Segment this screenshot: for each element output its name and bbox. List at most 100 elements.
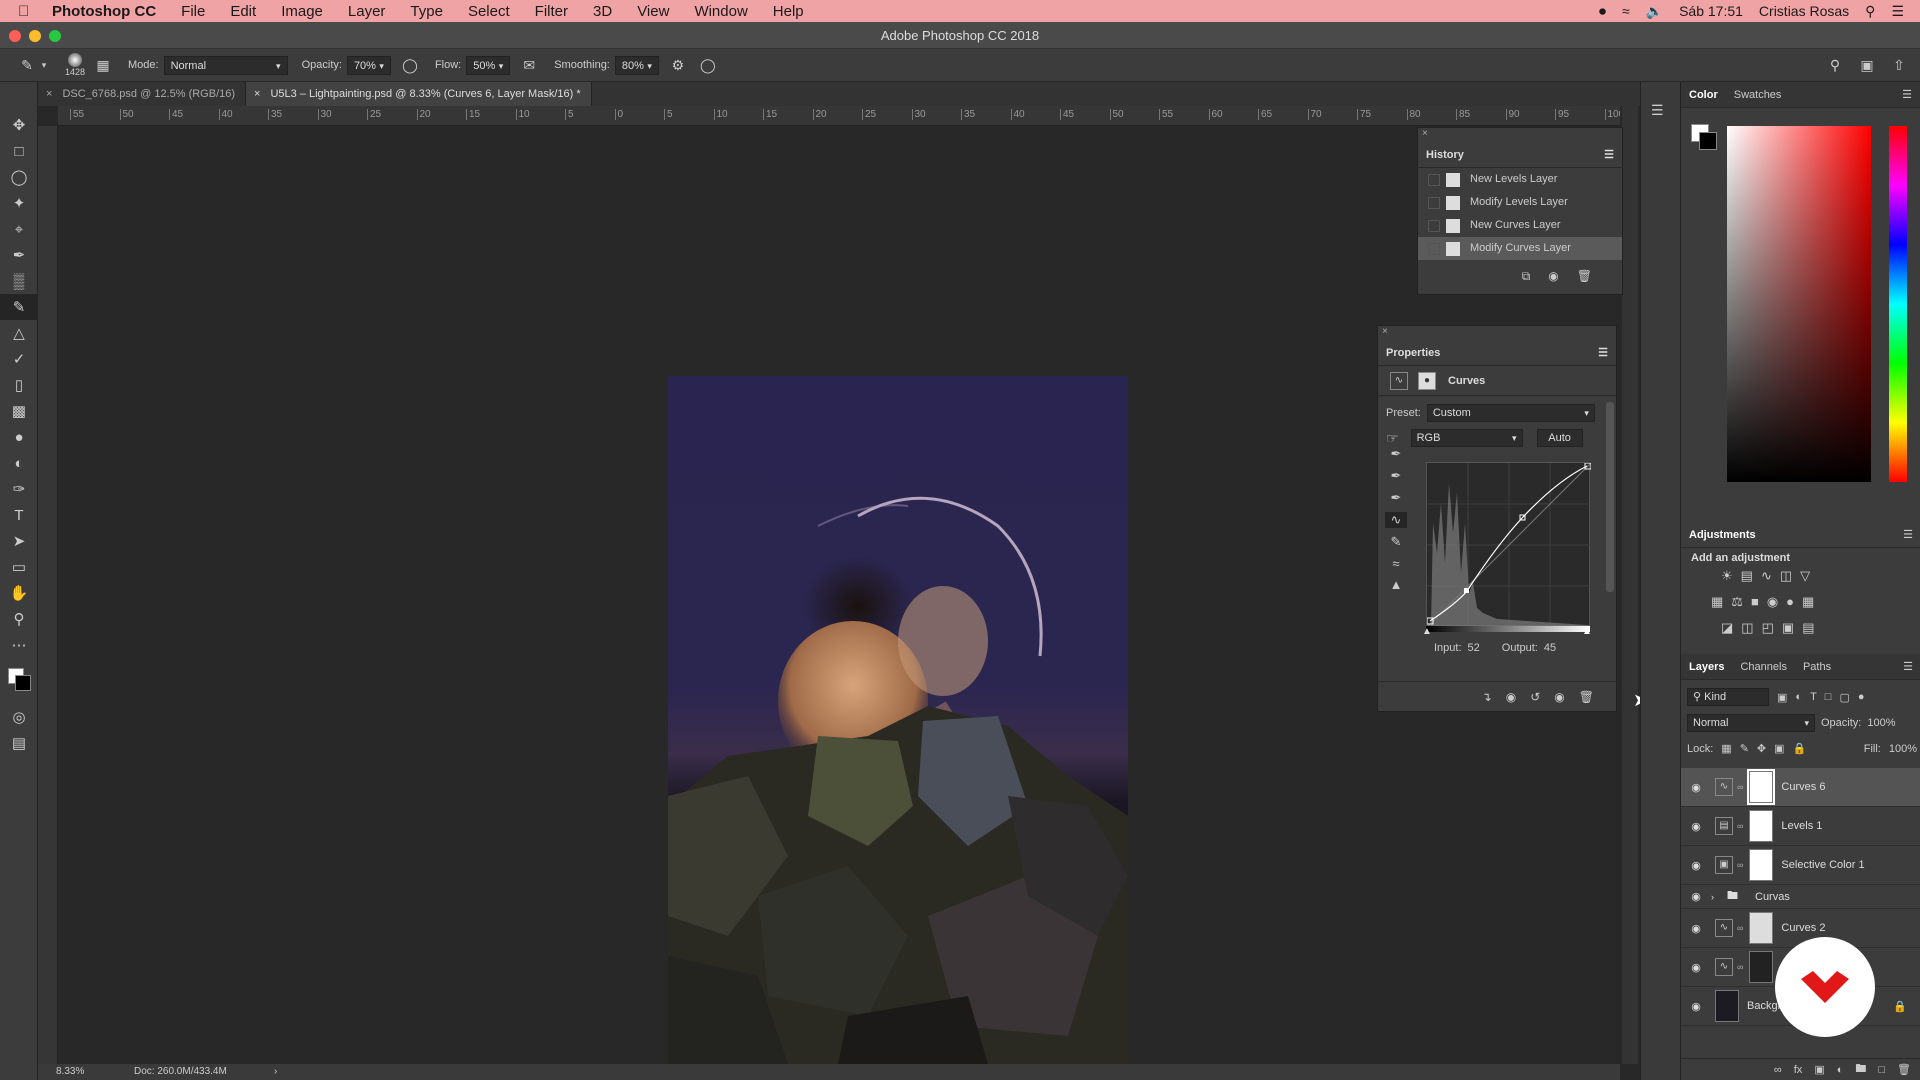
filter-adjustment-icon[interactable]: ◐ (1795, 691, 1802, 703)
spotlight-search-icon[interactable]: ⚲ (1865, 3, 1875, 20)
curves-adjustment-icon[interactable]: ∿ (1390, 371, 1408, 390)
new-document-from-state-icon[interactable]: ⧉ (1522, 269, 1531, 284)
menu-file[interactable]: File (181, 3, 205, 20)
chevron-down-icon[interactable]: ▾ (38, 54, 50, 76)
close-icon[interactable]: × (1418, 128, 1622, 142)
menu-view[interactable]: View (637, 3, 669, 20)
history-item[interactable]: Modify Levels Layer (1418, 191, 1622, 214)
lock-artboard-icon[interactable]: ▣ (1774, 742, 1784, 755)
white-point-slider[interactable]: ▲ (1582, 626, 1592, 637)
panel-menu-icon[interactable]: ☰ (1903, 528, 1913, 541)
mask-icon[interactable]: ● (1418, 371, 1436, 390)
layer-name[interactable]: Curves 2 (1781, 922, 1825, 934)
tab-document-2[interactable]: × U5L3 – Lightpainting.psd @ 8.33% (Curve… (246, 82, 592, 106)
dodge-tool-icon[interactable]: ◐ (0, 450, 38, 476)
layer-style-icon[interactable]: fx (1794, 1064, 1803, 1076)
menu-edit[interactable]: Edit (230, 3, 256, 20)
eyedropper-tool-icon[interactable]: ✒ (0, 242, 38, 268)
properties-dock-icon[interactable]: ☰ (1651, 102, 1680, 119)
link-icon[interactable]: ∞ (1737, 782, 1743, 792)
menu-layer[interactable]: Layer (348, 3, 386, 20)
tab-channels[interactable]: Channels (1740, 661, 1786, 673)
menu-3d[interactable]: 3D (593, 3, 612, 20)
visibility-eye-icon[interactable]: ◉ (1681, 781, 1711, 794)
gradient-map-icon[interactable]: ▤ (1802, 620, 1814, 636)
channel-mixer-icon[interactable]: ● (1786, 594, 1794, 610)
lasso-tool-icon[interactable]: ◯ (0, 164, 38, 190)
minimize-window-button[interactable] (29, 30, 41, 42)
marquee-tool-icon[interactable]: □ (0, 138, 38, 164)
properties-scrollbar[interactable] (1606, 402, 1614, 592)
brush-tool-icon[interactable]: ✎ (0, 294, 38, 320)
snapshot-checkbox[interactable] (1428, 173, 1440, 186)
history-item[interactable]: New Levels Layer (1418, 168, 1622, 191)
link-layers-icon[interactable]: ∞ (1774, 1064, 1782, 1076)
lock-position-icon[interactable]: ✥ (1757, 742, 1766, 755)
chevron-right-icon[interactable]: › (1711, 892, 1721, 902)
visibility-eye-icon[interactable]: ◉ (1554, 690, 1564, 704)
layer-filter-select[interactable]: ⚲ Kind (1687, 688, 1769, 706)
snapshot-checkbox[interactable] (1428, 242, 1440, 255)
blend-mode-select[interactable]: Normal ▾ (1687, 714, 1815, 732)
lock-pixels-icon[interactable]: ✎ (1740, 742, 1749, 755)
layer-row[interactable]: ◉ ▤ ∞ Levels 1 (1681, 807, 1920, 846)
screen-mode-icon[interactable]: ▤ (0, 730, 38, 756)
type-tool-icon[interactable]: T (0, 502, 38, 528)
snapshot-checkbox[interactable] (1428, 196, 1440, 209)
layer-name[interactable]: Selective Color 1 (1781, 859, 1864, 871)
lock-transparent-icon[interactable]: ▦ (1721, 742, 1731, 755)
filter-shape-icon[interactable]: □ (1825, 691, 1832, 703)
hue-saturation-icon[interactable]: ▦ (1711, 594, 1723, 610)
color-field[interactable] (1727, 126, 1871, 482)
layer-name[interactable]: Levels 1 (1781, 820, 1822, 832)
filter-pixel-icon[interactable]: ▣ (1777, 691, 1787, 704)
background-color-swatch[interactable] (15, 675, 31, 691)
invert-icon[interactable]: ◪ (1721, 620, 1733, 636)
history-item[interactable]: New Curves Layer (1418, 214, 1622, 237)
menu-window[interactable]: Window (694, 3, 747, 20)
history-item-selected[interactable]: Modify Curves Layer (1418, 237, 1622, 260)
new-adjustment-icon[interactable]: ◐ (1837, 1064, 1844, 1076)
layer-mask-thumbnail[interactable] (1749, 912, 1774, 944)
background-color-swatch[interactable] (1699, 132, 1717, 150)
link-icon[interactable]: ∞ (1737, 962, 1743, 972)
gray-point-eyedropper-icon[interactable]: ✒ (1391, 468, 1402, 484)
visibility-eye-icon[interactable]: ◉ (1681, 1000, 1711, 1013)
black-point-eyedropper-icon[interactable]: ✒ (1391, 446, 1402, 462)
black-point-slider[interactable]: ▲ (1422, 626, 1432, 637)
link-icon[interactable]: ∞ (1737, 860, 1743, 870)
hue-slider[interactable] (1889, 126, 1907, 482)
menu-app[interactable]: Photoshop CC (52, 3, 156, 20)
pressure-size-icon[interactable]: ◯ (697, 54, 719, 76)
close-icon[interactable]: × (46, 88, 52, 100)
zoom-level[interactable]: 8.33% (56, 1064, 84, 1080)
camera-icon[interactable]: ◉ (1548, 269, 1558, 284)
workspace-icon[interactable]: ▣ (1856, 54, 1878, 76)
layer-name[interactable]: Backgr (1747, 1000, 1781, 1012)
close-window-button[interactable] (9, 30, 21, 42)
tab-color[interactable]: Color (1689, 89, 1718, 101)
color-balance-icon[interactable]: ⚖ (1731, 594, 1743, 610)
panel-menu-icon[interactable]: ☰ (1902, 88, 1912, 101)
vibrance-icon[interactable]: ▽ (1800, 568, 1810, 584)
menu-help[interactable]: Help (773, 3, 804, 20)
channel-select[interactable]: RGB ▾ (1410, 429, 1523, 447)
layer-thumbnail[interactable] (1715, 990, 1739, 1022)
tab-layers[interactable]: Layers (1689, 661, 1724, 673)
on-image-adjust-icon[interactable]: ☞ (1386, 430, 1399, 447)
filter-type-icon[interactable]: T (1810, 691, 1817, 703)
panel-menu-icon[interactable]: ☰ (1604, 142, 1614, 167)
link-icon[interactable]: ∞ (1737, 923, 1743, 933)
menu-type[interactable]: Type (410, 3, 443, 20)
brush-tool-icon[interactable]: ✎ (16, 54, 38, 76)
gear-icon[interactable]: ⚙ (667, 54, 689, 76)
more-tools-icon[interactable]: ⋯ (0, 632, 38, 658)
white-point-eyedropper-icon[interactable]: ✒ (1391, 490, 1402, 506)
chevron-right-icon[interactable]: › (274, 1064, 277, 1080)
layer-mask-thumbnail[interactable] (1747, 769, 1776, 805)
panel-menu-icon[interactable]: ☰ (1598, 340, 1608, 365)
menu-select[interactable]: Select (468, 3, 510, 20)
color-swatches[interactable] (0, 658, 37, 704)
volume-icon[interactable]: 🔈 (1646, 3, 1663, 20)
rectangle-tool-icon[interactable]: ▭ (0, 554, 38, 580)
